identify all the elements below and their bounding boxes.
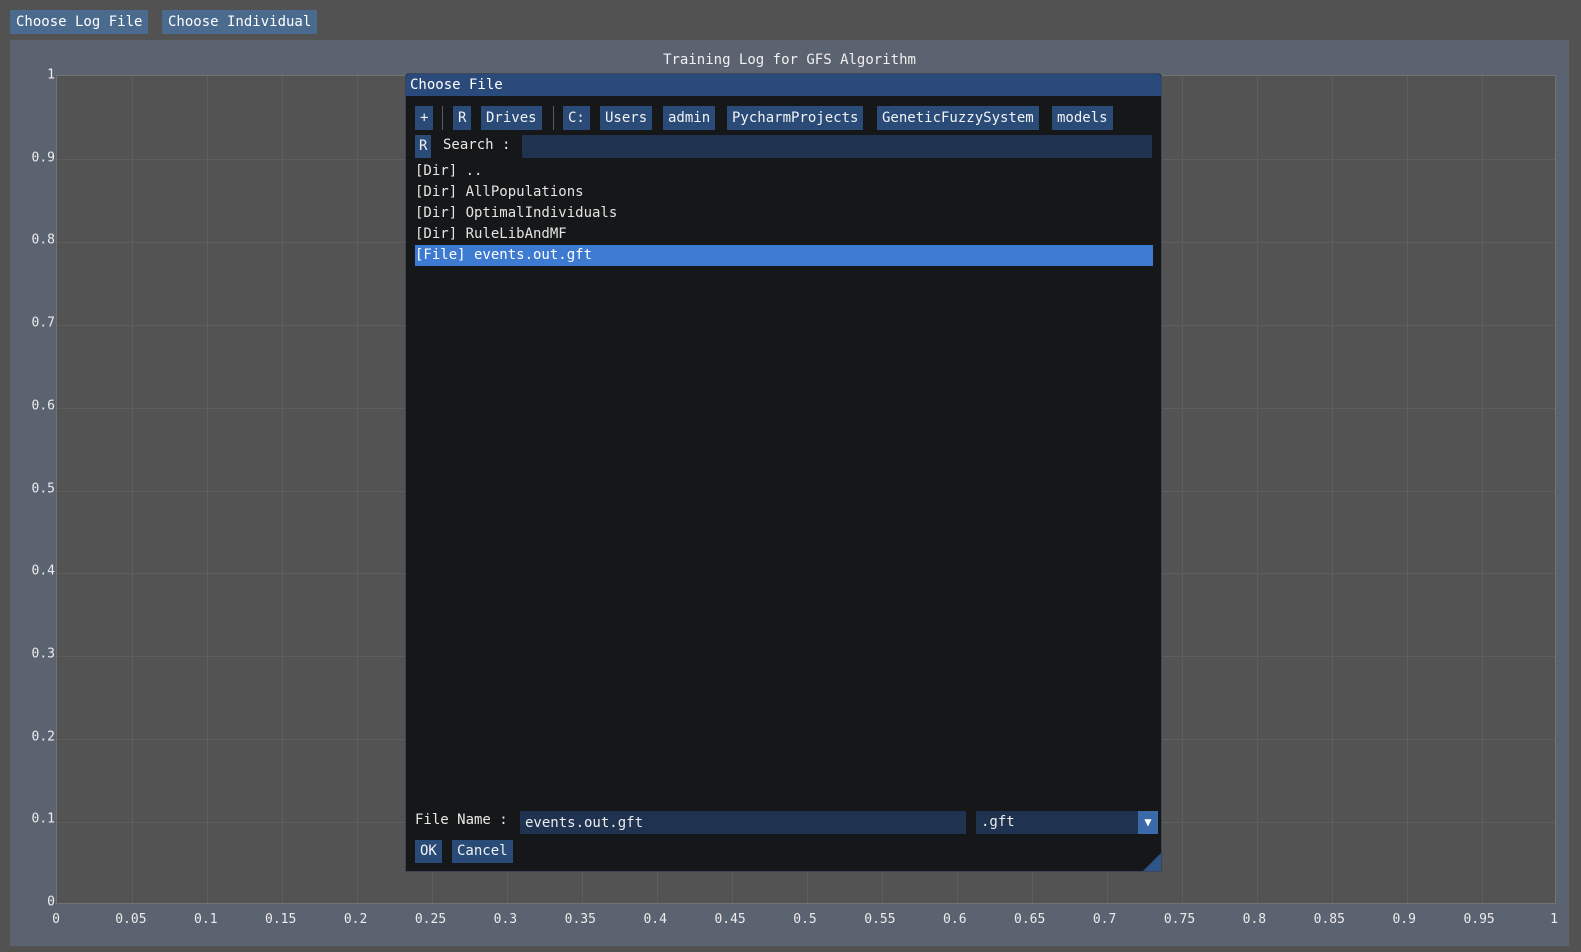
file-list-item[interactable]: [Dir] .. — [415, 161, 1153, 182]
y-tick-label: 1 — [47, 67, 55, 83]
file-filter-select[interactable]: .gft ▼ — [976, 811, 1158, 834]
ok-button[interactable]: OK — [415, 840, 442, 863]
file-list-item[interactable]: [Dir] AllPopulations — [415, 182, 1153, 203]
x-tick-label: 0.1 — [194, 912, 218, 927]
x-tick-label: 0.15 — [265, 912, 297, 927]
drives-button[interactable]: Drives — [481, 106, 542, 130]
toolbar-separator — [442, 106, 443, 130]
x-tick-label: 1 — [1550, 912, 1558, 927]
x-gridline — [1182, 76, 1183, 903]
x-gridline — [132, 76, 133, 903]
x-tick-label: 0.55 — [864, 912, 896, 927]
chevron-down-icon[interactable]: ▼ — [1138, 811, 1158, 834]
file-list[interactable]: [Dir] .. [Dir] AllPopulations [Dir] Opti… — [415, 161, 1153, 266]
x-tick-label: 0.7 — [1092, 912, 1117, 927]
x-tick-label: 0.9 — [1392, 912, 1416, 927]
path-segment-c[interactable]: C: — [563, 106, 590, 130]
file-filter-value: .gft — [981, 814, 1015, 830]
x-tick-label: 0.45 — [714, 912, 746, 927]
path-segment-pycharmprojects[interactable]: PycharmProjects — [727, 106, 864, 130]
file-list-item[interactable]: [Dir] RuleLibAndMF — [415, 224, 1153, 245]
file-list-item[interactable]: [Dir] OptimalIndividuals — [415, 203, 1153, 224]
file-name-label: File Name : — [415, 812, 508, 828]
x-tick-label: 0 — [52, 912, 60, 927]
y-tick-label: 0.3 — [31, 646, 55, 662]
y-tick-label: 0.9 — [31, 150, 55, 166]
x-gridline — [1332, 76, 1333, 903]
choose-log-file-button[interactable]: Choose Log File — [10, 10, 149, 34]
y-tick-label: 0.8 — [31, 232, 55, 248]
search-input[interactable] — [522, 135, 1152, 158]
x-tick-label: 0.2 — [343, 912, 368, 927]
x-gridline — [282, 76, 283, 903]
y-tick-label: 0.4 — [31, 563, 55, 579]
y-tick-label: 0.2 — [31, 729, 55, 745]
y-tick-label: 0.6 — [31, 398, 55, 414]
x-gridline — [357, 76, 358, 903]
file-name-input[interactable] — [520, 811, 966, 834]
path-segment-admin[interactable]: admin — [663, 106, 716, 130]
x-tick-label: 0.95 — [1463, 912, 1495, 927]
x-tick-label: 0.6 — [943, 912, 967, 927]
choose-individual-button[interactable]: Choose Individual — [162, 10, 318, 34]
x-tick-label: 0.3 — [493, 912, 518, 927]
path-segment-geneticfuzzysystem[interactable]: GeneticFuzzySystem — [877, 106, 1039, 130]
file-list-item[interactable]: [File] events.out.gft — [415, 245, 1153, 266]
x-gridline — [1407, 76, 1408, 903]
choose-file-dialog: Choose File + R Drives C: Users admin Py… — [405, 73, 1162, 872]
x-tick-label: 0.25 — [414, 912, 447, 927]
reset-path-button[interactable]: R — [453, 106, 472, 130]
y-tick-label: 0.7 — [31, 315, 55, 331]
x-gridline — [1482, 76, 1483, 903]
y-tick-label: 0.1 — [31, 811, 55, 827]
cancel-button[interactable]: Cancel — [452, 840, 513, 863]
dialog-title[interactable]: Choose File — [406, 74, 1161, 96]
toolbar-separator — [553, 106, 554, 130]
x-tick-label: 0.4 — [643, 912, 667, 927]
add-bookmark-button[interactable]: + — [415, 106, 434, 130]
resize-grip-icon[interactable] — [1143, 853, 1161, 871]
x-tick-label: 0.75 — [1163, 912, 1196, 927]
y-tick-label: 0 — [47, 894, 55, 910]
x-tick-label: 0.65 — [1014, 912, 1046, 927]
x-tick-label: 0.35 — [564, 912, 596, 927]
search-label: Search : — [443, 137, 511, 153]
x-gridline — [207, 76, 208, 903]
search-reset-button[interactable]: R — [415, 135, 432, 158]
x-tick-label: 0.05 — [115, 912, 147, 927]
y-tick-label: 0.5 — [31, 481, 55, 496]
x-tick-label: 0.5 — [793, 912, 817, 927]
path-segment-models[interactable]: models — [1052, 106, 1113, 130]
plot-title: Training Log for GFS Algorithm — [663, 52, 916, 68]
x-tick-label: 0.85 — [1313, 912, 1345, 927]
x-gridline — [1257, 76, 1258, 903]
path-segment-users[interactable]: Users — [600, 106, 653, 130]
x-tick-label: 0.8 — [1242, 912, 1267, 927]
